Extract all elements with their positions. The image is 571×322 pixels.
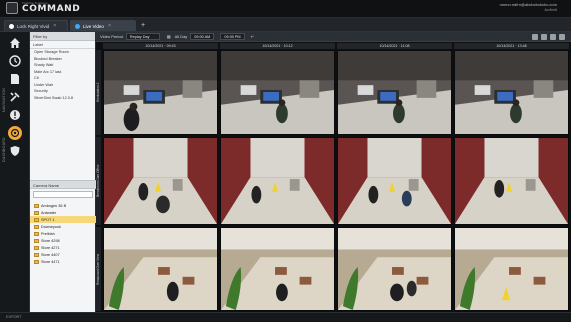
close-icon[interactable]: ×: [53, 23, 56, 29]
camera-search-input[interactable]: [33, 191, 93, 198]
filter-header[interactable]: Filter by: [30, 32, 95, 41]
video-tile[interactable]: [337, 227, 452, 311]
video-tile[interactable]: [337, 137, 452, 225]
tab-label: Live Video: [83, 23, 104, 29]
filter-list: Open Storage Room Blocked Breaker Shady …: [30, 49, 95, 101]
tab-lock-right[interactable]: Lock Right Vivid ×: [4, 20, 68, 31]
to-time-input[interactable]: 09:30 PM: [220, 33, 245, 40]
camera-item[interactable]: Ardwater: [30, 209, 96, 216]
filter-subheader: Label: [30, 41, 95, 49]
camera-item[interactable]: Store 4271: [30, 244, 96, 251]
camera-list-header: Camera Name: [30, 180, 96, 189]
video-tile[interactable]: [454, 137, 569, 225]
video-tile[interactable]: [220, 50, 335, 135]
fullscreen-icon[interactable]: [559, 34, 565, 40]
grid-1-icon[interactable]: [532, 34, 538, 40]
camera-label: Store 4298: [41, 238, 60, 243]
video-tile[interactable]: [103, 227, 218, 311]
camera-item[interactable]: Downeyook: [30, 223, 96, 230]
camera-list: Ambogen 36 B Ardwater SPOT 1 Downeyook P…: [30, 202, 96, 265]
calendar-icon[interactable]: ▦: [167, 34, 171, 39]
folder-icon: [34, 231, 39, 236]
tab-label: Lock Right Vivid: [17, 23, 50, 29]
grid-9-icon[interactable]: [550, 34, 556, 40]
filter-item[interactable]: SilverSimi Swab 12.0.8: [30, 95, 95, 102]
camera-label: Store 4471: [41, 259, 60, 264]
camera-label: Ardwater: [41, 210, 57, 215]
folder-icon: [34, 210, 39, 215]
video-tile[interactable]: [220, 137, 335, 225]
folder-icon: [34, 224, 39, 229]
camera-item[interactable]: Store 4471: [30, 258, 96, 265]
camera-item[interactable]: Ambogen 36 B: [30, 202, 96, 209]
folder-icon: [34, 245, 39, 250]
row-label: Breakroom Cam Office: [96, 137, 101, 225]
tab-dot-icon: [9, 23, 14, 29]
row-label: Workstation 2: [96, 50, 101, 135]
all-day-checkbox-label[interactable]: All Day: [175, 34, 188, 39]
camera-item[interactable]: Prelbish: [30, 230, 96, 237]
account-info[interactable]: nnnnn.ndfrn@abcbcbcbcbc.com Ardtmit: [500, 3, 557, 12]
video-toolbar: Video Period Replay Day ▦ All Day 09:00 …: [96, 32, 571, 42]
video-tile[interactable]: [103, 50, 218, 135]
tab-bar: Lock Right Vivid × Live Video × +: [0, 18, 571, 32]
video-period-label: Video Period: [100, 34, 123, 39]
camera-label: Store 4407: [41, 252, 60, 257]
column-timestamp: 10/14/2021 · 13:48: [454, 43, 569, 49]
shield-icon[interactable]: [8, 144, 22, 158]
navigation-label: NAVIGATION: [2, 87, 6, 112]
video-grid: 10/14/2021 · 09:43 10/14/2021 · 10:12 10…: [96, 42, 571, 312]
target-icon[interactable]: [8, 126, 22, 140]
export-button[interactable]: EXPORT: [6, 315, 22, 319]
status-bar: EXPORT: [0, 312, 571, 322]
apply-icon[interactable]: ↵: [251, 34, 254, 39]
filter-panel: Filter by Label Open Storage Room Blocke…: [30, 32, 96, 322]
title-bar: Toshiba Systems COMMAND nnnnn.ndfrn@abcb…: [0, 0, 571, 18]
folder-icon: [34, 252, 39, 257]
camera-label: SPOT 1: [41, 217, 55, 222]
column-timestamp: 10/14/2021 · 09:43: [103, 43, 218, 49]
layout-controls: [529, 34, 565, 40]
clock-icon[interactable]: [8, 54, 22, 68]
camera-label: Prelbish: [41, 231, 55, 236]
account-role: Ardtmit: [544, 7, 557, 12]
row-label: Restaurant Over View: [96, 227, 101, 311]
home-icon[interactable]: [8, 36, 22, 50]
column-timestamp: 10/14/2021 · 10:12: [220, 43, 335, 49]
brand-logo-icon: [6, 2, 18, 14]
video-tile[interactable]: [454, 50, 569, 135]
period-select[interactable]: Replay Day: [125, 33, 160, 40]
column-timestamp: 10/14/2021 · 11:08: [337, 43, 452, 49]
camera-item-selected[interactable]: SPOT 1: [30, 216, 96, 223]
from-time-input[interactable]: 09:00 AM: [190, 33, 215, 40]
grid-4-icon[interactable]: [541, 34, 547, 40]
tab-live-video[interactable]: Live Video ×: [70, 20, 136, 31]
camera-item[interactable]: Store 4407: [30, 251, 96, 258]
camera-label: Ambogen 36 B: [41, 203, 67, 208]
app-window: Toshiba Systems COMMAND nnnnn.ndfrn@abcb…: [0, 0, 571, 322]
video-tile[interactable]: [454, 227, 569, 311]
sidebar-rail: NAVIGATION DASHBOARD: [0, 32, 30, 322]
alert-icon[interactable]: [8, 108, 22, 122]
camera-label: Downeyook: [41, 224, 61, 229]
folder-icon: [34, 203, 39, 208]
folder-icon: [34, 259, 39, 264]
video-tile[interactable]: [103, 137, 218, 225]
tab-dot-icon: [75, 23, 80, 29]
document-icon[interactable]: [8, 72, 22, 86]
camera-label: Store 4271: [41, 245, 60, 250]
tools-icon[interactable]: [8, 90, 22, 104]
dashboard-label: DASHBOARD: [2, 137, 6, 162]
folder-icon: [34, 238, 39, 243]
add-tab-button[interactable]: +: [138, 21, 148, 30]
camera-item[interactable]: Store 4298: [30, 237, 96, 244]
video-tile[interactable]: [337, 50, 452, 135]
close-icon[interactable]: ×: [108, 23, 111, 29]
brand-title: COMMAND: [22, 4, 81, 14]
video-tile[interactable]: [220, 227, 335, 311]
brand: Toshiba Systems COMMAND: [6, 2, 80, 14]
folder-icon: [34, 217, 39, 222]
